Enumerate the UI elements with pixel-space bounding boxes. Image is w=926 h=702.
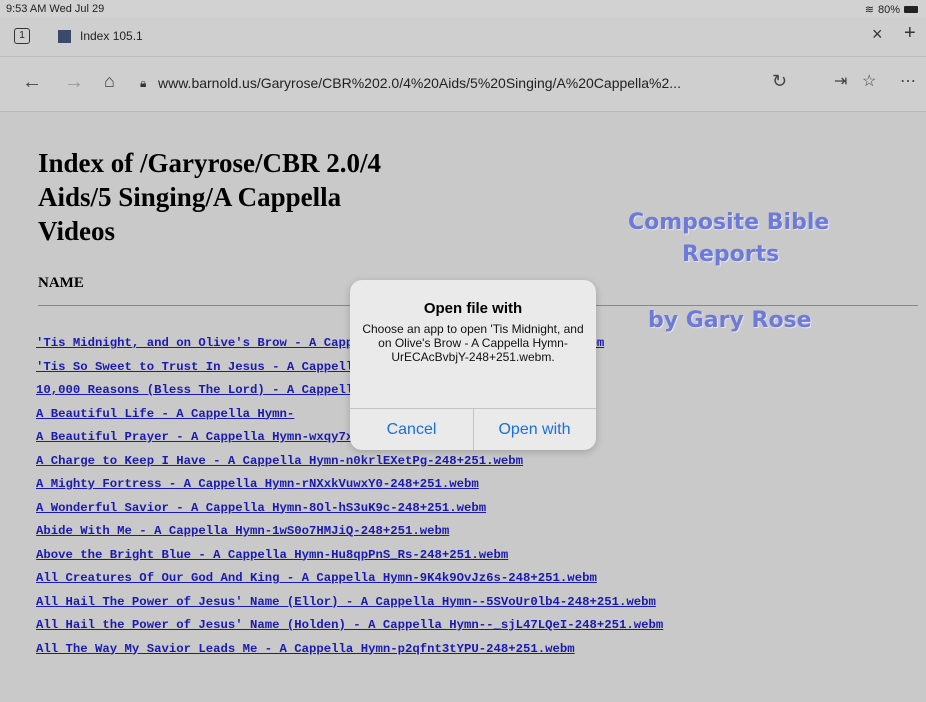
page-heading: Index of /Garyrose/CBR 2.0/4 Aids/5 Sing… bbox=[38, 148, 381, 246]
tab-count-button[interactable]: 1 bbox=[14, 28, 30, 44]
wifi-icon: ≋ bbox=[864, 4, 874, 16]
open-with-button[interactable]: Open with bbox=[473, 421, 596, 439]
lock-icon: 🔒︎ bbox=[140, 76, 147, 90]
file-link[interactable]: A Wonderful Savior - A Cappella Hymn-8Ol… bbox=[36, 501, 663, 525]
name-column-header[interactable]: NAME bbox=[38, 275, 84, 292]
dialog-message: Choose an app to open 'Tis Midnight, and… bbox=[362, 322, 584, 364]
file-link[interactable]: All Hail the Power of Jesus' Name (Holde… bbox=[36, 618, 663, 642]
file-link[interactable]: Above the Bright Blue - A Cappella Hymn-… bbox=[36, 548, 663, 572]
tab-bar: 1 Index 105.1 × + bbox=[0, 18, 926, 57]
status-bar: 9:53 AM Wed Jul 29 ≋ 80% bbox=[0, 0, 926, 18]
file-link[interactable]: A Charge to Keep I Have - A Cappella Hym… bbox=[36, 454, 663, 478]
file-link[interactable]: All The Way My Savior Leads Me - A Cappe… bbox=[36, 642, 663, 666]
file-link[interactable]: Abide With Me - A Cappella Hymn-1wS0o7HM… bbox=[36, 524, 663, 548]
battery-icon bbox=[904, 6, 918, 13]
forward-icon[interactable]: → bbox=[64, 71, 84, 94]
url-field[interactable]: www.barnold.us/Garyrose/CBR%202.0/4%20Ai… bbox=[158, 75, 681, 91]
address-bar: ← → ⌂ 🔒︎ www.barnold.us/Garyrose/CBR%202… bbox=[0, 57, 926, 112]
brand-line-1: Composite Bible bbox=[628, 210, 830, 235]
favorites-icon[interactable]: ☆ bbox=[862, 71, 876, 91]
open-file-dialog: Open file with Choose an app to open 'Ti… bbox=[350, 280, 596, 450]
new-tab-icon[interactable]: + bbox=[904, 22, 916, 45]
more-icon[interactable]: ⋯ bbox=[900, 71, 916, 91]
status-right: ≋ 80% bbox=[865, 3, 918, 16]
brand-line-3: by Gary Rose bbox=[648, 308, 812, 333]
home-icon[interactable]: ⌂ bbox=[104, 71, 115, 92]
reload-icon[interactable]: ↻ bbox=[772, 71, 787, 92]
back-icon[interactable]: ← bbox=[22, 71, 42, 94]
favicon-icon bbox=[58, 30, 71, 43]
dialog-title: Open file with bbox=[423, 300, 523, 317]
file-link[interactable]: All Creatures Of Our God And King - A Ca… bbox=[36, 571, 663, 595]
file-link[interactable]: All Hail The Power of Jesus' Name (Ellor… bbox=[36, 595, 663, 619]
tab-title[interactable]: Index 105.1 bbox=[80, 29, 143, 43]
file-link[interactable]: A Mighty Fortress - A Cappella Hymn-rNXx… bbox=[36, 477, 663, 501]
brand-line-2: Reports bbox=[682, 242, 780, 267]
close-tab-icon[interactable]: × bbox=[872, 24, 883, 45]
cancel-button[interactable]: Cancel bbox=[350, 421, 473, 439]
share-icon[interactable]: ⇥ bbox=[834, 71, 847, 91]
status-time: 9:53 AM Wed Jul 29 bbox=[6, 3, 105, 15]
battery-label: 80% bbox=[877, 3, 900, 16]
